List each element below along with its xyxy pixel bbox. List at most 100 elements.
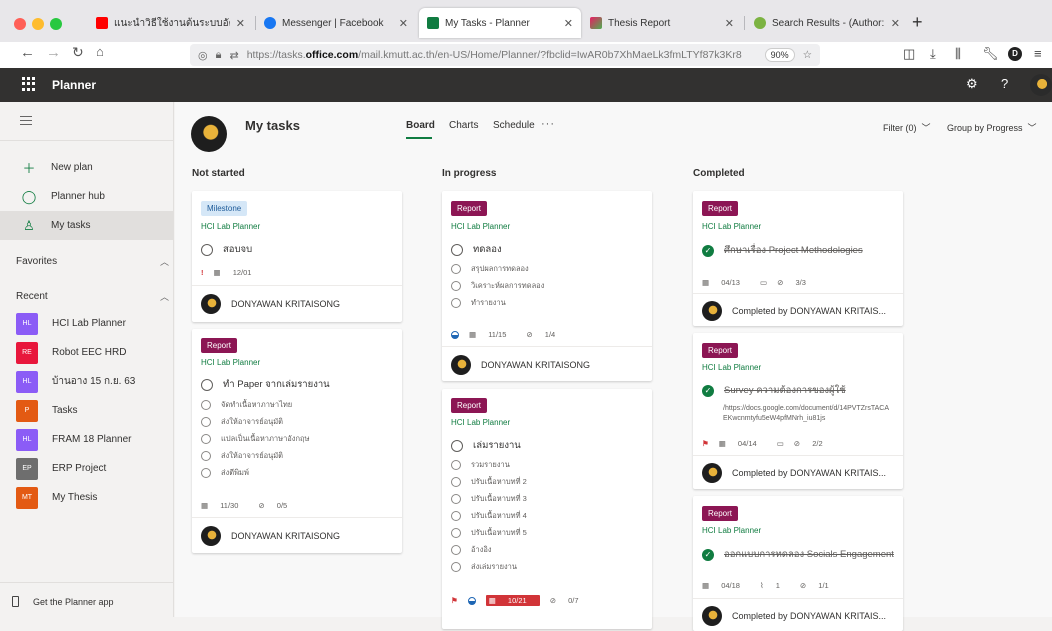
completed-check-icon[interactable]: ✓: [702, 548, 714, 561]
plan-name[interactable]: HCI Lab Planner: [451, 222, 510, 231]
checklist-item[interactable]: ปรับเนื้อหาบทที่ 4: [451, 510, 527, 522]
completed-check-icon[interactable]: ✓: [702, 384, 714, 397]
recent-heading[interactable]: Recent: [16, 291, 48, 302]
reload-icon[interactable]: ↻: [72, 44, 84, 61]
nav-planner-hub[interactable]: ◯ Planner hub: [0, 182, 174, 211]
checklist-item[interactable]: ส่งให้อาจารย์อนุมัติ: [201, 416, 283, 428]
assignee[interactable]: Completed by DONYAWAN KRITAIS...: [702, 463, 886, 483]
tab-charts[interactable]: Charts: [449, 120, 478, 131]
gear-icon[interactable]: ⚙: [966, 76, 978, 92]
checklist-item[interactable]: รวมรายงาน: [451, 459, 510, 471]
recent-plan-item[interactable]: P Tasks: [0, 396, 174, 425]
task-card[interactable]: Report HCI Lab Planner ✓ ศึกษาเรื่อง Pro…: [693, 191, 903, 326]
checklist-item[interactable]: ส่งให้อาจารย์อนุมัติ: [201, 450, 283, 462]
library-icon[interactable]: ⫼: [955, 46, 961, 62]
browser-tab[interactable]: Messenger | Facebook ✕: [256, 8, 416, 38]
recent-plan-item[interactable]: RE Robot EEC HRD: [0, 338, 174, 367]
task-card[interactable]: Report HCI Lab Planner ทดลอง สรุปผลการทด…: [442, 191, 652, 381]
task-card[interactable]: Report HCI Lab Planner ทำ Paper จากเล่มร…: [192, 329, 402, 553]
close-tab-icon[interactable]: ✕: [399, 17, 408, 30]
help-icon[interactable]: ?: [1001, 76, 1008, 91]
address-bar[interactable]: ◎ 🔒︎ ⇄ https://tasks.office.com/mail.kmu…: [190, 44, 820, 66]
app-launcher-icon[interactable]: [22, 77, 36, 91]
user-avatar[interactable]: [1030, 74, 1052, 96]
checklist-item[interactable]: ส่งตีพิมพ์: [201, 467, 249, 479]
completed-check-icon[interactable]: ✓: [702, 244, 714, 257]
download-icon[interactable]: ⤓: [930, 46, 936, 62]
close-tab-icon[interactable]: ✕: [564, 17, 573, 30]
task-card[interactable]: Report HCI Lab Planner ✓ Survey ความต้อง…: [693, 333, 903, 489]
favorites-heading[interactable]: Favorites: [16, 256, 57, 267]
nav-new-plan[interactable]: ＋ New plan: [0, 153, 174, 182]
group-by-button[interactable]: Group by Progress ﹀: [947, 121, 1037, 134]
checklist-item[interactable]: ปรับเนื้อหาบทที่ 3: [451, 493, 527, 505]
assignee[interactable]: DONYAWAN KRITAISONG: [451, 355, 590, 375]
recent-plan-item[interactable]: EP ERP Project: [0, 454, 174, 483]
browser-tab[interactable]: Search Results - (Author:... ✕: [746, 8, 908, 38]
complete-checkbox[interactable]: [201, 243, 213, 256]
tab-board[interactable]: Board: [406, 120, 435, 131]
close-window-button[interactable]: [14, 18, 26, 30]
user-avatar: [191, 116, 227, 152]
chevron-up-icon[interactable]: ︿: [160, 290, 169, 303]
close-tab-icon[interactable]: ✕: [725, 17, 734, 30]
close-tab-icon[interactable]: ✕: [891, 17, 900, 30]
app-name[interactable]: Planner: [52, 78, 96, 92]
checklist-item[interactable]: อ้างอิง: [451, 544, 492, 556]
recent-plan-item[interactable]: MT My Thesis: [0, 483, 174, 512]
profile-avatar[interactable]: D: [1008, 47, 1022, 61]
bookmark-star-icon[interactable]: ☆: [803, 49, 812, 61]
plan-name[interactable]: HCI Lab Planner: [702, 363, 761, 372]
browser-tab[interactable]: แนะนำวิธีใช้งานต้นระบบอัตโนมัติใ ✕: [88, 8, 253, 38]
get-app-link[interactable]: Get the Planner app: [12, 596, 114, 607]
checklist-item[interactable]: ปรับเนื้อหาบทที่ 2: [451, 476, 527, 488]
complete-checkbox[interactable]: [201, 378, 213, 391]
checklist-item[interactable]: วิเคราะห์ผลการทดลอง: [451, 280, 544, 292]
new-tab-button[interactable]: +: [912, 12, 923, 33]
shield-icon: ◎: [198, 49, 208, 62]
checklist-item[interactable]: สรุปผลการทดลอง: [451, 263, 529, 275]
chevron-up-icon[interactable]: ︿: [160, 255, 169, 268]
assignee[interactable]: Completed by DONYAWAN KRITAIS...: [702, 301, 886, 321]
plan-name[interactable]: HCI Lab Planner: [702, 526, 761, 535]
recent-plan-item[interactable]: HL บ้านอาง 15 ก.ย. 63: [0, 367, 174, 396]
zoom-level[interactable]: 90%: [764, 48, 795, 62]
complete-checkbox[interactable]: [451, 243, 463, 256]
menu-icon[interactable]: ≡: [1034, 46, 1042, 61]
complete-checkbox[interactable]: [451, 439, 463, 452]
browser-tab[interactable]: Thesis Report ✕: [582, 8, 742, 38]
collapse-nav-icon[interactable]: [20, 116, 32, 125]
task-card[interactable]: Report HCI Lab Planner เล่มรายงาน รวมราย…: [442, 389, 652, 629]
assignee[interactable]: Completed by DONYAWAN KRITAIS...: [702, 606, 886, 626]
assignee[interactable]: DONYAWAN KRITAISONG: [201, 294, 340, 314]
checklist-item[interactable]: แปลเป็นเนื้อหาภาษาอังกฤษ: [201, 433, 310, 445]
home-icon[interactable]: ⌂: [96, 44, 104, 59]
maximize-window-button[interactable]: [50, 18, 62, 30]
task-card[interactable]: Milestone HCI Lab Planner สอบจบ ! ▦ 12/0…: [192, 191, 402, 322]
filter-button[interactable]: Filter (0) ﹀: [883, 121, 931, 134]
task-card[interactable]: Report HCI Lab Planner ✓ ออกแบบการทดลอง …: [693, 496, 903, 631]
recent-plan-item[interactable]: HL FRAM 18 Planner: [0, 425, 174, 454]
attachment-link[interactable]: /https://docs.google.com/document/d/14PV…: [723, 404, 893, 424]
tab-schedule[interactable]: Schedule: [493, 120, 535, 131]
forward-arrow-icon[interactable]: →: [46, 44, 61, 61]
checklist-item[interactable]: ส่งเล่มรายงาน: [451, 561, 517, 573]
back-arrow-icon[interactable]: ←: [20, 44, 35, 61]
checklist-item[interactable]: ปรับเนื้อหาบทที่ 5: [451, 527, 527, 539]
nav-my-tasks[interactable]: ♙ My tasks: [0, 211, 174, 240]
recent-plan-item[interactable]: HL HCI Lab Planner: [0, 309, 174, 338]
close-tab-icon[interactable]: ✕: [236, 17, 245, 30]
browser-tab-active[interactable]: My Tasks - Planner ✕: [419, 8, 581, 38]
assignee[interactable]: DONYAWAN KRITAISONG: [201, 526, 340, 546]
pocket-icon[interactable]: ◫: [903, 46, 915, 62]
more-options-button[interactable]: ···: [541, 118, 555, 130]
wrench-icon[interactable]: 🔧︎: [982, 46, 999, 62]
plan-name[interactable]: HCI Lab Planner: [201, 222, 260, 231]
checklist-item[interactable]: จัดทำเนื้อหาภาษาไทย: [201, 399, 292, 411]
minimize-window-button[interactable]: [32, 18, 44, 30]
plan-name[interactable]: HCI Lab Planner: [451, 418, 510, 427]
plan-name[interactable]: HCI Lab Planner: [702, 222, 761, 231]
plan-name[interactable]: HCI Lab Planner: [201, 358, 260, 367]
checklist-item[interactable]: ทำรายงาน: [451, 297, 506, 309]
plan-tile-icon: EP: [16, 457, 38, 480]
